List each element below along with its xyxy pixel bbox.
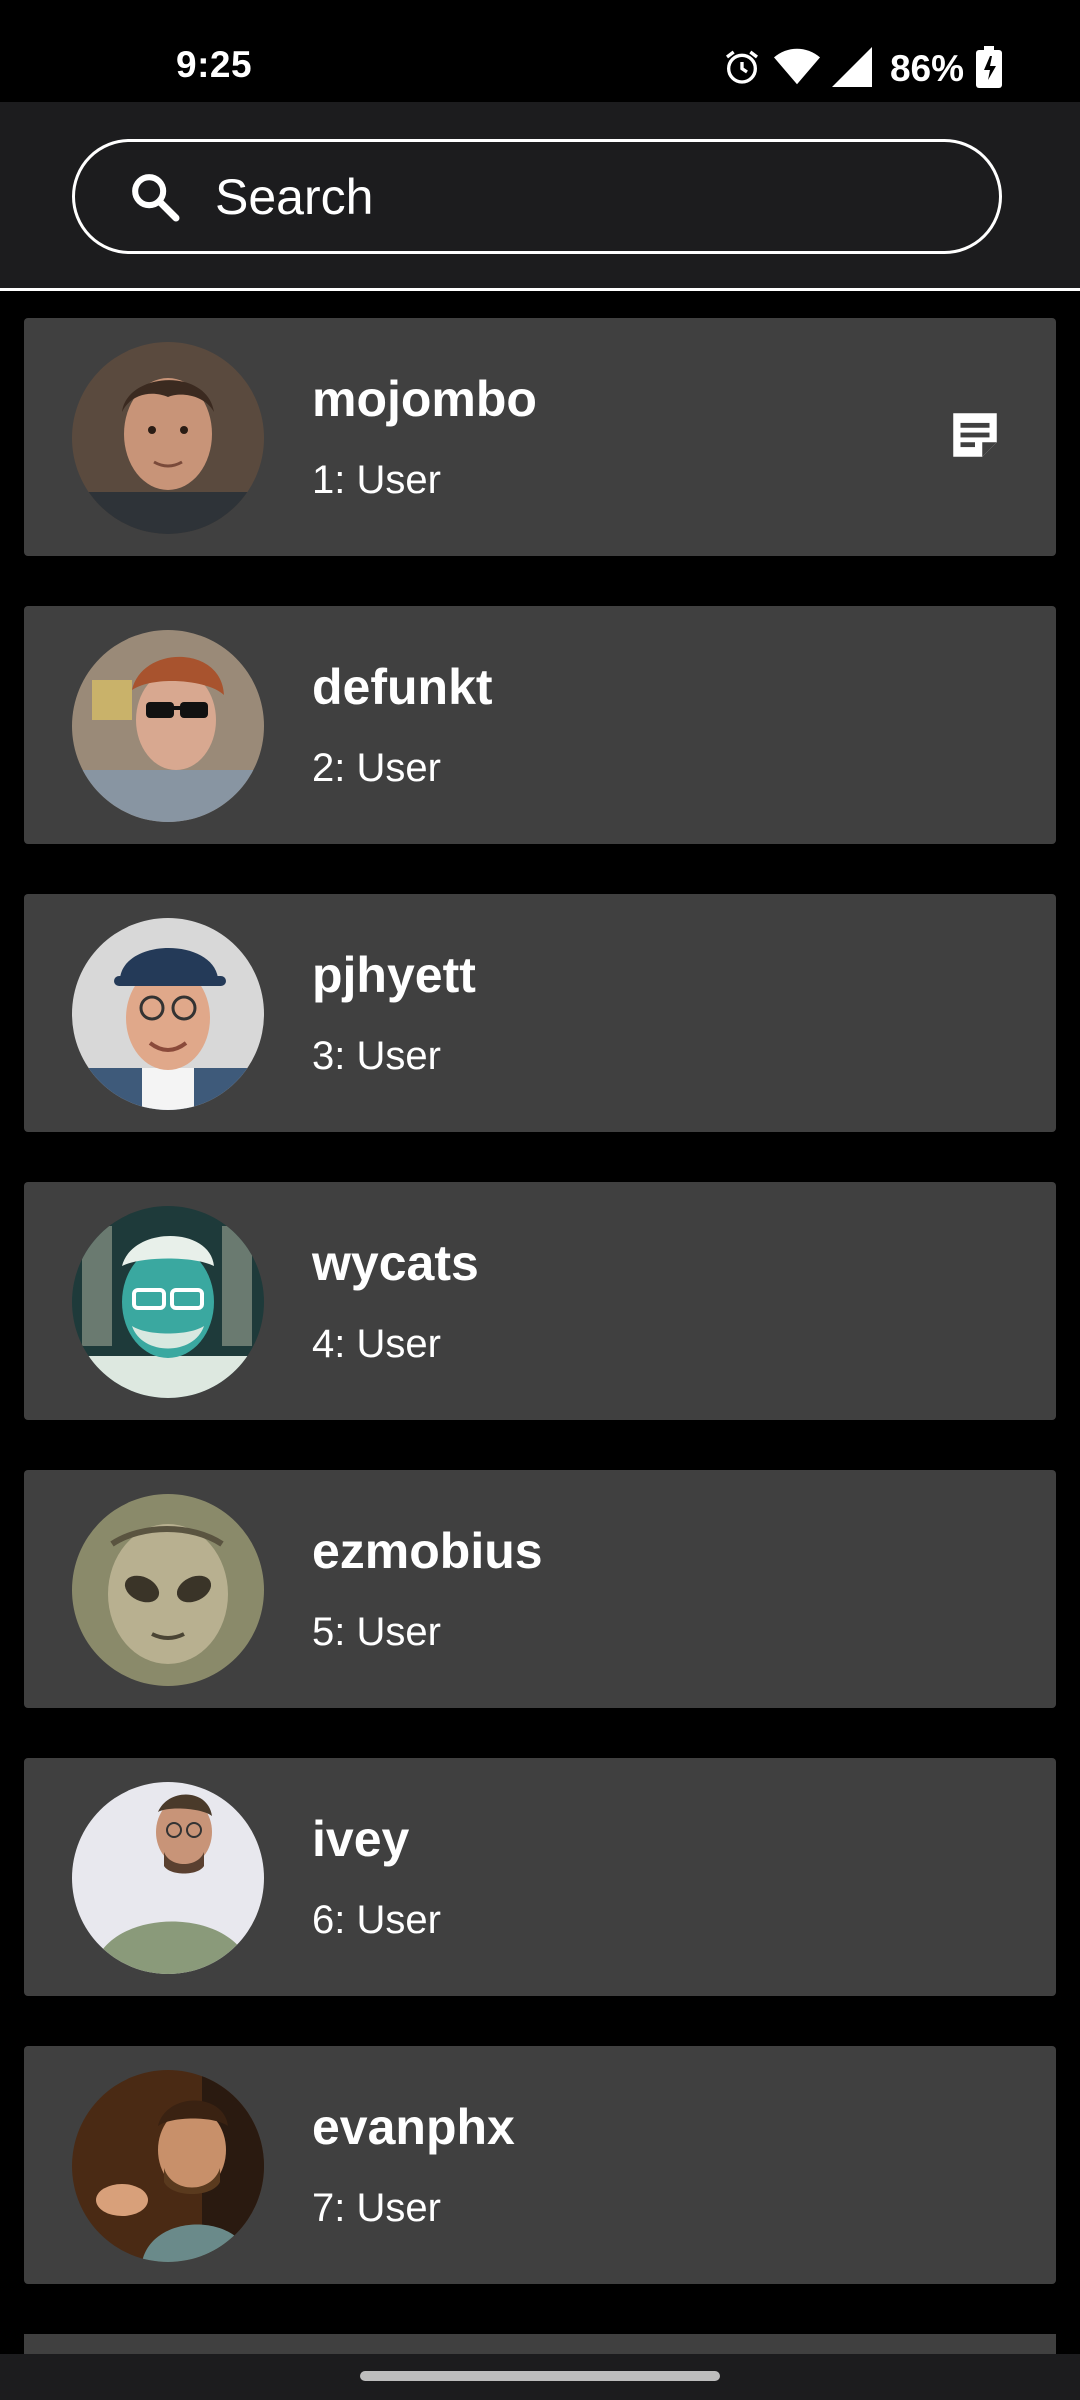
avatar — [72, 630, 264, 822]
avatar — [72, 918, 264, 1110]
user-subtitle: 4: User — [312, 1322, 441, 1366]
avatar — [72, 2070, 264, 2262]
user-subtitle: 1: User — [312, 458, 441, 502]
status-bar: 9:25 86% — [0, 0, 1080, 102]
list-item[interactable]: pjhyett 3: User — [24, 894, 1056, 1132]
user-name: wycats — [312, 1235, 479, 1291]
user-name: ezmobius — [312, 1523, 543, 1579]
avatar — [72, 1206, 264, 1398]
status-time: 9:25 — [176, 44, 253, 85]
user-subtitle: 2: User — [312, 746, 441, 790]
user-subtitle: 3: User — [312, 1034, 441, 1078]
search-box[interactable] — [72, 139, 1002, 254]
home-indicator[interactable] — [360, 2371, 720, 2381]
avatar — [72, 1782, 264, 1974]
wifi-icon — [773, 47, 820, 92]
list-item[interactable]: wycats 4: User — [24, 1182, 1056, 1420]
avatar — [72, 342, 264, 534]
battery-charging-icon — [976, 45, 1002, 93]
list-item[interactable]: ivey 6: User — [24, 1758, 1056, 1996]
list-item[interactable]: mojombo 1: User — [24, 318, 1056, 556]
user-name: pjhyett — [312, 947, 476, 1003]
list-item[interactable]: defunkt 2: User — [24, 606, 1056, 844]
navigation-bar — [0, 2354, 1080, 2400]
user-name: ivey — [312, 1811, 410, 1867]
search-header — [0, 102, 1080, 291]
battery-percent: 86% — [889, 48, 964, 89]
user-subtitle: 7: User — [312, 2186, 441, 2230]
user-subtitle: 6: User — [312, 1898, 441, 1942]
avatar — [72, 1494, 264, 1686]
user-name: evanphx — [312, 2099, 515, 2155]
search-icon — [125, 167, 185, 227]
user-subtitle: 5: User — [312, 1610, 441, 1654]
list-item[interactable]: evanphx 7: User — [24, 2046, 1056, 2284]
user-name: defunkt — [312, 659, 493, 715]
search-input[interactable] — [213, 166, 917, 227]
note-icon[interactable] — [946, 406, 1004, 464]
alarm-icon — [722, 47, 762, 92]
cell-signal-icon — [831, 46, 872, 92]
user-name: mojombo — [312, 371, 537, 427]
status-icons: 86% — [710, 44, 1002, 94]
list-item[interactable]: ezmobius 5: User — [24, 1470, 1056, 1708]
